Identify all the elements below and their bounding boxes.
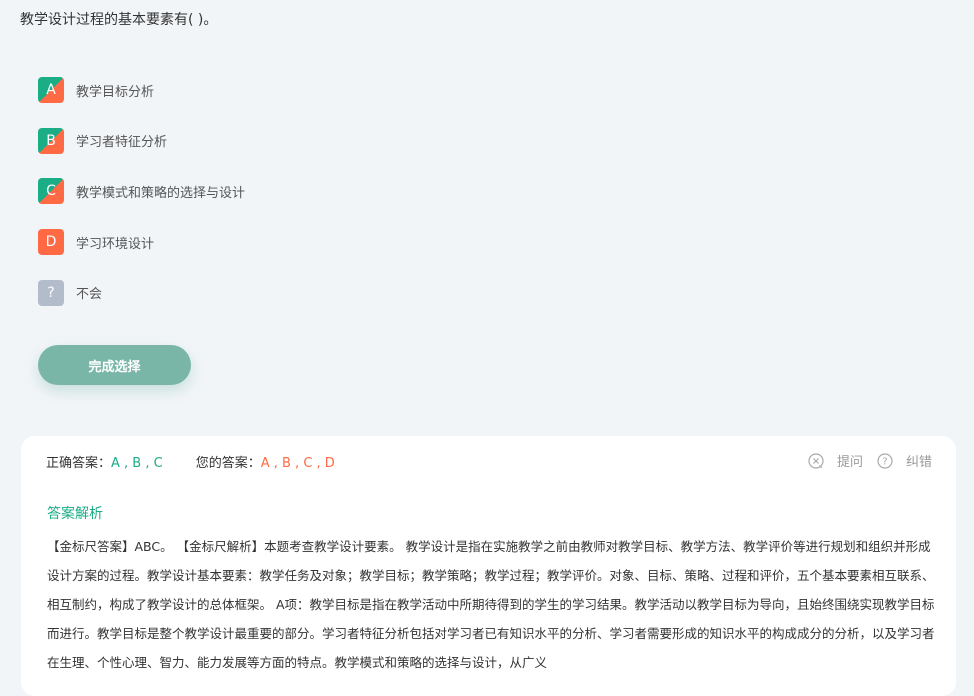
ask-label: 提问 (836, 455, 863, 470)
option-unknown[interactable]: ? 不会 (38, 279, 245, 306)
report-button[interactable]: ? 纠错 (877, 451, 932, 470)
close-circle-icon (808, 452, 824, 469)
option-a[interactable]: A 教学目标分析 (38, 77, 245, 103)
your-answer-value: A , B , C , D (260, 456, 335, 471)
option-b[interactable]: B 学习者特征分析 (38, 127, 245, 154)
option-badge-unknown: ? (38, 279, 64, 306)
answer-tools: 提问 ? 纠错 (808, 451, 932, 470)
option-d[interactable]: D 学习环境设计 (38, 229, 245, 256)
question-text: 教学设计过程的基本要素有( )。 (20, 12, 218, 28)
analysis-text: 【金标尺答案】ABC。 【金标尺解析】本题考查教学设计要素。 教学设计是指在实施… (47, 539, 935, 670)
answer-summary: 正确答案：A , B , C 您的答案：A , B , C , D (46, 452, 335, 471)
option-badge-b: B (38, 127, 64, 154)
ask-button[interactable]: 提问 (808, 451, 863, 470)
options-list: A 教学目标分析 B 学习者特征分析 C 教学模式和策略的选择与设计 D 学习环… (38, 77, 245, 330)
svg-text:?: ? (882, 456, 887, 467)
option-label-b: 学习者特征分析 (76, 135, 168, 151)
your-answer-label: 您的答案： (195, 456, 261, 471)
correct-answer-label: 正确答案： (46, 456, 112, 471)
option-label-c: 教学模式和策略的选择与设计 (76, 185, 246, 201)
option-c[interactable]: C 教学模式和策略的选择与设计 (38, 178, 246, 205)
report-label: 纠错 (905, 455, 932, 470)
help-circle-icon: ? (877, 452, 893, 469)
your-answer: 您的答案：A , B , C , D (196, 452, 335, 471)
option-label-d: 学习环境设计 (76, 236, 155, 252)
option-label-a: 教学目标分析 (76, 84, 155, 100)
analysis-title: 答案解析 (47, 506, 103, 522)
submit-button[interactable]: 完成选择 (38, 345, 191, 385)
option-badge-a: A (38, 77, 64, 103)
correct-answer: 正确答案：A , B , C (46, 452, 163, 471)
option-badge-c: C (38, 178, 64, 205)
answer-card: 正确答案：A , B , C 您的答案：A , B , C , D 提问 ? 纠… (21, 436, 956, 696)
correct-answer-value: A , B , C (111, 456, 163, 471)
option-label-unknown: 不会 (76, 287, 103, 303)
option-badge-d: D (38, 229, 64, 256)
